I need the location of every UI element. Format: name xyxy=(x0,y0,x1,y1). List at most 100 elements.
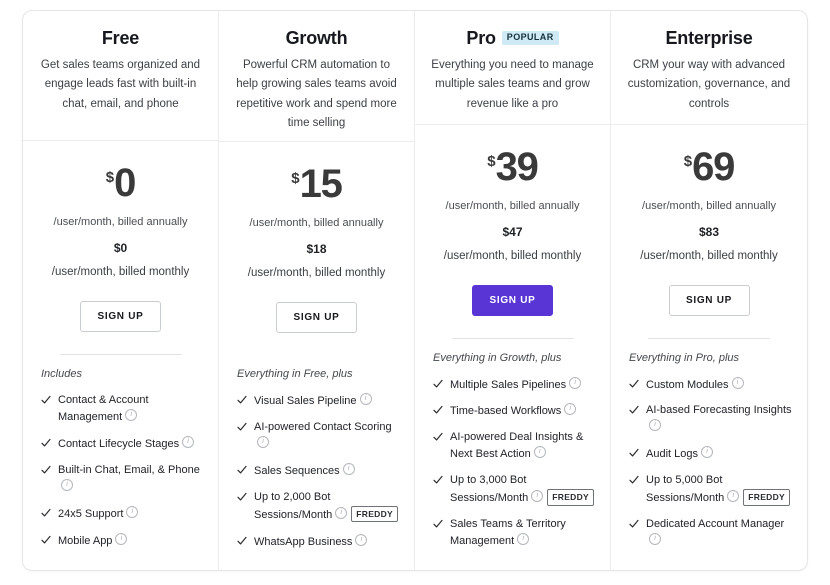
popular-badge: POPULAR xyxy=(501,31,559,45)
feature-item: Up to 5,000 Bot Sessions/Month FREDDY xyxy=(629,473,793,507)
annual-price: $15 xyxy=(291,164,343,204)
plan-column-pro: Pro POPULAR Everything you need to manage … xyxy=(415,11,611,570)
feature-item: WhatsApp Business xyxy=(237,533,400,551)
currency-symbol: $ xyxy=(291,170,300,188)
check-icon xyxy=(41,507,51,519)
features-intro: Everything in Free, plus xyxy=(237,368,353,381)
info-icon[interactable] xyxy=(359,393,372,406)
feature-label: AI-based Forecasting Insights xyxy=(646,404,792,417)
feature-label: WhatsApp Business xyxy=(254,535,353,548)
currency-symbol: $ xyxy=(683,152,693,170)
freddy-badge: FREDDY xyxy=(743,489,791,506)
annual-price: $0 xyxy=(105,163,137,203)
info-icon[interactable] xyxy=(342,463,355,476)
plan-title: Enterprise xyxy=(665,27,753,48)
feature-item: Built-in Chat, Email, & Phone xyxy=(41,463,204,496)
monthly-price-period: /user/month, billed monthly xyxy=(247,267,386,280)
monthly-price-period: /user/month, billed monthly xyxy=(640,249,778,262)
plan-title: Growth xyxy=(285,27,348,48)
feature-text-wrapper: AI-powered Contact Scoring xyxy=(254,420,400,453)
check-icon xyxy=(237,491,247,503)
feature-text-wrapper: Visual Sales Pipeline xyxy=(254,393,400,410)
info-icon[interactable] xyxy=(517,533,530,546)
check-icon xyxy=(629,518,639,530)
info-icon[interactable] xyxy=(182,436,195,449)
info-icon[interactable] xyxy=(335,506,348,519)
currency-symbol: $ xyxy=(105,169,115,187)
feature-label: Time-based Workflows xyxy=(450,405,562,418)
plan-column-free: Free Get sales teams organized and engage… xyxy=(23,11,219,570)
feature-label: Built-in Chat, Email, & Phone xyxy=(58,464,200,477)
annual-price: $39 xyxy=(487,147,539,187)
sign-up-button[interactable]: SIGN UP xyxy=(472,284,553,316)
feature-zone: Everything in Free, plus Visual Sales Pip… xyxy=(219,355,414,571)
info-icon[interactable] xyxy=(649,533,661,546)
plan-description: CRM your way with advanced customization… xyxy=(627,59,791,110)
sign-up-button[interactable]: SIGN UP xyxy=(80,301,161,333)
check-icon xyxy=(237,394,247,406)
cta-wrapper: SIGN UP xyxy=(611,284,807,316)
plan-title-row: Growth xyxy=(231,25,402,51)
freddy-badge: FREDDY xyxy=(547,489,595,506)
plan-header: Pro POPULAR Everything you need to manage … xyxy=(415,11,610,125)
sign-up-button[interactable]: SIGN UP xyxy=(668,284,750,316)
monthly-price-period: /user/month, billed monthly xyxy=(443,249,582,262)
check-icon xyxy=(629,474,639,486)
info-icon[interactable] xyxy=(731,376,744,389)
info-icon[interactable] xyxy=(533,446,546,459)
feature-item: Contact Lifecycle Stages xyxy=(41,436,204,453)
feature-text-wrapper: Up to 3,000 Bot Sessions/Month FREDDY xyxy=(450,473,596,507)
check-icon xyxy=(41,534,51,546)
feature-label: AI-powered Contact Scoring xyxy=(254,421,392,434)
feature-text-wrapper: Contact Lifecycle Stages xyxy=(58,436,204,453)
plan-title: Free xyxy=(101,27,140,48)
feature-text-wrapper: Sales Teams & Territory Management xyxy=(450,517,596,550)
feature-label: Audit Logs xyxy=(646,448,698,461)
feature-item: Custom Modules xyxy=(629,376,793,394)
feature-zone: Includes Contact & Account Management Cont… xyxy=(23,355,218,570)
plan-header: Enterprise CRM your way with advanced cus… xyxy=(611,11,807,125)
feature-text-wrapper: Built-in Chat, Email, & Phone xyxy=(58,463,204,496)
check-icon xyxy=(433,431,443,443)
plan-description: Everything you need to manage multiple s… xyxy=(431,59,594,110)
cta-wrapper: SIGN UP xyxy=(23,301,218,333)
info-icon[interactable] xyxy=(700,446,713,459)
check-icon xyxy=(237,535,247,547)
check-icon xyxy=(41,394,51,406)
annual-price: $69 xyxy=(683,147,736,187)
features-intro: Everything in Pro, plus xyxy=(629,351,740,364)
annual-price-period: /user/month, billed annually xyxy=(445,199,580,212)
info-icon[interactable] xyxy=(61,479,73,492)
features-intro: Includes xyxy=(41,368,82,381)
info-icon[interactable] xyxy=(649,419,661,432)
info-icon[interactable] xyxy=(727,490,740,503)
feature-label: AI-powered Deal Insights & Next Best Act… xyxy=(450,431,584,461)
feature-item: Contact & Account Management xyxy=(41,393,204,426)
check-icon xyxy=(629,404,639,416)
feature-zone: Everything in Growth, plus Multiple Sales… xyxy=(415,339,610,571)
info-icon[interactable] xyxy=(531,490,544,503)
plan-title-row: Pro POPULAR xyxy=(427,25,598,51)
info-icon[interactable] xyxy=(564,403,577,416)
info-icon[interactable] xyxy=(569,376,582,389)
check-icon xyxy=(629,447,639,459)
feature-text-wrapper: Custom Modules xyxy=(646,376,793,394)
info-icon[interactable] xyxy=(126,506,139,519)
plan-price-zone: $39/user/month, billed annually $47/user/… xyxy=(415,125,610,262)
sign-up-button[interactable]: SIGN UP xyxy=(276,302,357,334)
info-icon[interactable] xyxy=(115,533,128,546)
feature-item: Up to 2,000 Bot Sessions/Month FREDDY xyxy=(237,490,400,524)
annual-price-period: /user/month, billed annually xyxy=(53,216,188,229)
plan-title-row: Free xyxy=(35,25,206,51)
info-icon[interactable] xyxy=(355,533,368,546)
check-icon xyxy=(41,464,51,476)
info-icon[interactable] xyxy=(257,436,269,449)
feature-label: 24x5 Support xyxy=(58,508,124,521)
info-icon[interactable] xyxy=(125,409,138,422)
feature-list: Multiple Sales Pipelines Time-based Workf… xyxy=(433,376,596,551)
check-icon xyxy=(433,404,443,416)
feature-label: Sales Sequences xyxy=(254,465,340,478)
feature-text-wrapper: Up to 2,000 Bot Sessions/Month FREDDY xyxy=(254,490,400,524)
feature-item: Up to 3,000 Bot Sessions/Month FREDDY xyxy=(433,473,596,507)
feature-text-wrapper: AI-powered Deal Insights & Next Best Act… xyxy=(450,430,596,463)
